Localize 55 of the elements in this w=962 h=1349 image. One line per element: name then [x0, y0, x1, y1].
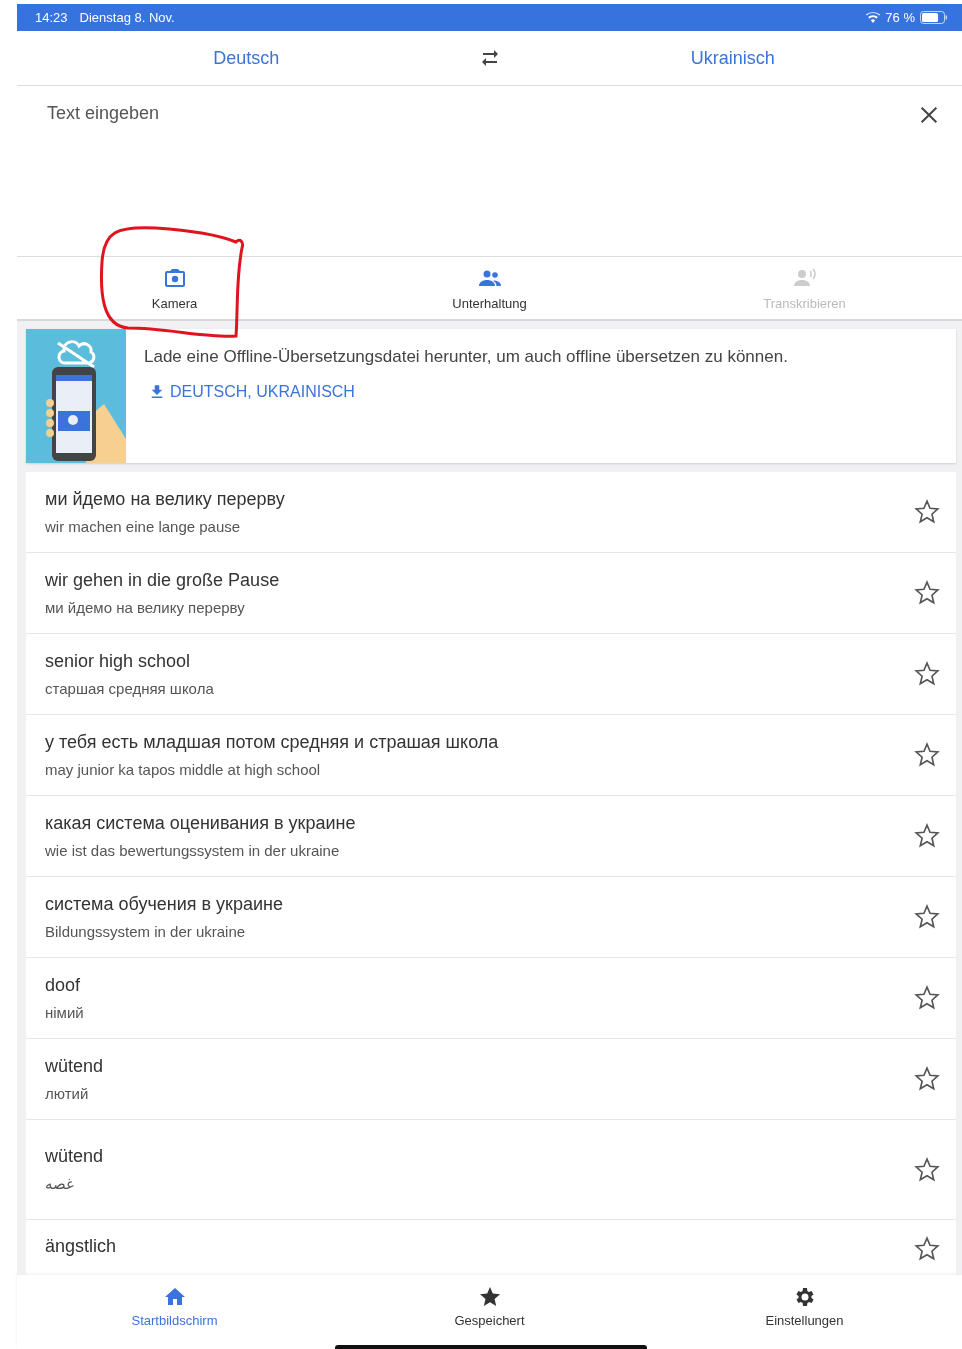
source-text: ми йдемо на велику перерву — [45, 489, 286, 510]
source-text: у тебя есть младшая потом средняя и страшая школа — [45, 732, 500, 753]
star-icon — [477, 1285, 502, 1309]
star-icon[interactable] — [914, 742, 940, 768]
source-text: wütend — [45, 1056, 105, 1077]
source-text: doof — [45, 975, 82, 996]
star-icon[interactable] — [914, 1236, 940, 1262]
star-icon[interactable] — [914, 985, 940, 1011]
nav-tab[interactable]: Einstellungen — [647, 1275, 962, 1349]
history-item[interactable]: система обучения в украине Bildungssystem in der ukraine — [26, 877, 956, 958]
history-item[interactable]: у тебя есть младшая потом средняя и страшая школа may junior ka tapos middle at high school — [26, 715, 956, 796]
history-item[interactable]: ми йдемо на велику перерву wir machen eine lange pause — [26, 472, 956, 553]
translation-text: ми йдемо на велику перерву — [45, 599, 246, 616]
history-item[interactable]: senior high school старшая средняя школа — [26, 634, 956, 715]
translation-text: wie ist das bewertungssystem in der ukraine — [45, 842, 341, 859]
close-icon[interactable] — [918, 104, 940, 126]
source-language-button[interactable]: Deutsch — [17, 43, 476, 73]
nav-tab[interactable]: Gespeichert — [332, 1275, 647, 1349]
star-icon[interactable] — [914, 499, 940, 525]
nav-tab[interactable]: Startbildschirm — [17, 1275, 332, 1349]
history-item[interactable]: doof німий — [26, 958, 956, 1039]
translation-text: Bildungssystem in der ukraine — [45, 923, 247, 940]
star-icon[interactable] — [914, 661, 940, 687]
translation-text: лютий — [45, 1085, 90, 1102]
mode-button[interactable]: Unterhaltung — [332, 257, 647, 319]
star-icon[interactable] — [914, 1066, 940, 1092]
star-icon[interactable] — [914, 823, 940, 849]
battery-icon — [920, 11, 948, 24]
translation-text: غصه — [45, 1175, 75, 1193]
history-item[interactable]: wütend лютий — [26, 1039, 956, 1120]
status-date: Dienstag 8. Nov. — [79, 10, 175, 25]
star-icon[interactable] — [914, 580, 940, 606]
offline-message: Lade eine Offline-Übersetzungsdatei herunter, um auch offline übersetzen zu können. — [144, 347, 788, 367]
translation-text: німий — [45, 1004, 85, 1021]
history-item[interactable]: ängstlich — [26, 1220, 956, 1275]
mode-button[interactable]: Kamera — [17, 257, 332, 319]
source-text: senior high school — [45, 651, 192, 672]
source-text: система обучения в украине — [45, 894, 285, 915]
star-icon[interactable] — [914, 904, 940, 930]
history-item[interactable]: какая система оценивания в украине wie ist das bewertungssystem in der ukraine — [26, 796, 956, 877]
target-language-button[interactable]: Ukrainisch — [503, 43, 962, 73]
translation-text: may junior ka tapos middle at high school — [45, 761, 322, 778]
translation-text: wir machen eine lange pause — [45, 518, 242, 535]
translation-text: старшая средняя школа — [45, 680, 215, 697]
download-button[interactable]: DEUTSCH, UKRAINISCH — [144, 383, 355, 401]
battery-percent: 76 % — [885, 10, 915, 25]
source-text: wir gehen in die große Pause — [45, 570, 281, 591]
wifi-icon — [866, 12, 881, 23]
history-item[interactable]: wir gehen in die große Pause ми йдемо на велику перерву — [26, 553, 956, 634]
text-input-field[interactable]: Text eingeben — [45, 102, 918, 125]
source-text: wütend — [45, 1146, 105, 1167]
source-text: ängstlich — [45, 1236, 118, 1257]
star-icon[interactable] — [914, 1156, 940, 1183]
source-text: какая система оценивания в украине — [45, 813, 357, 834]
status-time: 14:23 — [35, 10, 68, 25]
